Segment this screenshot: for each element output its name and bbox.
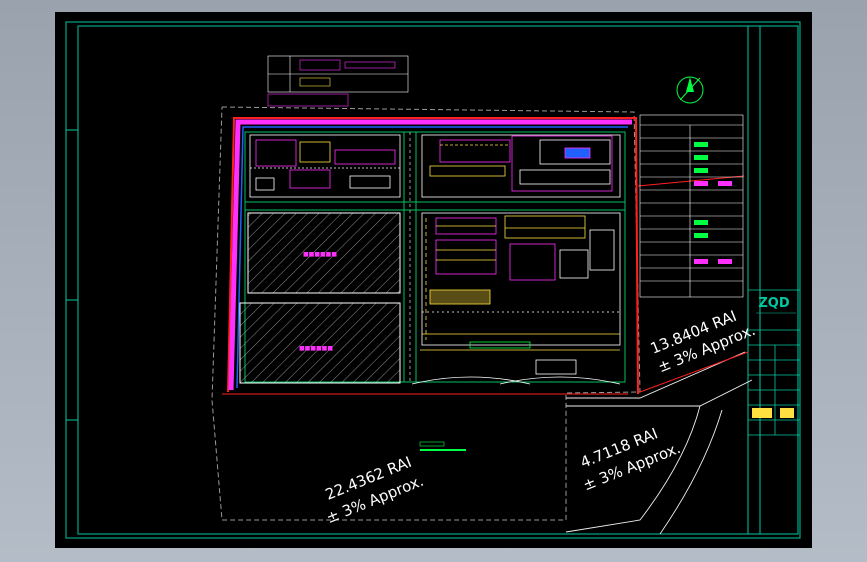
legend-block-top (267, 55, 409, 107)
building-northeast (421, 134, 621, 198)
title-block (748, 289, 800, 436)
building-northwest (249, 134, 401, 198)
hatched-lot-upper-label: ■■■■■■ (303, 251, 337, 258)
north-arrow-icon (676, 76, 704, 104)
cad-viewport[interactable]: ZQD ■■■■■■ ■■■■■■ 13.8404 RAI ± 3% Appro… (0, 0, 867, 562)
area-data-table (639, 114, 744, 298)
site-plan-drawing: ZQD ■■■■■■ ■■■■■■ 13.8404 RAI ± 3% Appro… (65, 21, 801, 539)
hatched-lot-lower (239, 302, 401, 384)
main-factory-building (421, 212, 621, 346)
company-logo: ZQD (758, 296, 789, 311)
main-gate (411, 341, 621, 385)
scale-bar (419, 441, 466, 451)
hatched-lot-lower-label: ■■■■■■ (299, 345, 333, 352)
